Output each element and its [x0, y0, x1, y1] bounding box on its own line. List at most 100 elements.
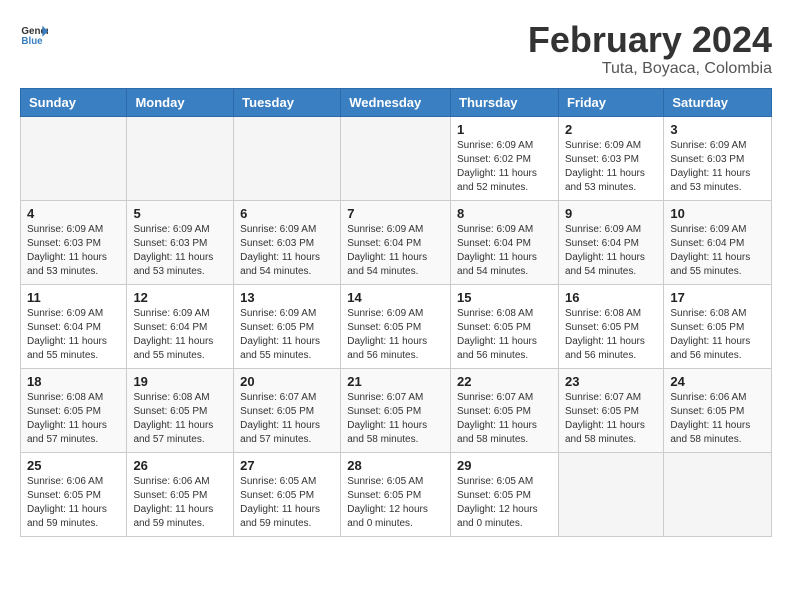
day-info: Sunrise: 6:09 AM Sunset: 6:04 PM Dayligh…: [457, 223, 552, 279]
day-number: 25: [27, 458, 120, 473]
calendar-week-row: 1 Sunrise: 6:09 AM Sunset: 6:02 PM Daylig…: [21, 116, 772, 200]
calendar-day-cell: 29 Sunrise: 6:05 AM Sunset: 6:05 PM Dayli…: [451, 452, 559, 536]
day-info: Sunrise: 6:06 AM Sunset: 6:05 PM Dayligh…: [27, 475, 120, 531]
weekday-header: Tuesday: [234, 88, 341, 116]
calendar-day-cell: 4 Sunrise: 6:09 AM Sunset: 6:03 PM Daylig…: [21, 200, 127, 284]
logo: General Blue: [20, 20, 48, 48]
calendar-day-cell: 18 Sunrise: 6:08 AM Sunset: 6:05 PM Dayli…: [21, 368, 127, 452]
day-number: 8: [457, 206, 552, 221]
calendar-week-row: 11 Sunrise: 6:09 AM Sunset: 6:04 PM Dayli…: [21, 284, 772, 368]
calendar-day-cell: 5Sunrise: 6:09 AM Sunset: 6:03 PM Daylig…: [127, 200, 234, 284]
day-number: 28: [347, 458, 444, 473]
calendar-day-cell: [341, 116, 451, 200]
location-title: Tuta, Boyaca, Colombia: [528, 60, 772, 78]
calendar-day-cell: 21 Sunrise: 6:07 AM Sunset: 6:05 PM Dayli…: [341, 368, 451, 452]
month-title: February 2024: [528, 20, 772, 60]
day-number: 7: [347, 206, 444, 221]
calendar-day-cell: 6Sunrise: 6:09 AM Sunset: 6:03 PM Daylig…: [234, 200, 341, 284]
day-info: Sunrise: 6:09 AM Sunset: 6:04 PM Dayligh…: [133, 307, 227, 363]
day-number: 5: [133, 206, 227, 221]
calendar-day-cell: [21, 116, 127, 200]
day-info: Sunrise: 6:09 AM Sunset: 6:03 PM Dayligh…: [27, 223, 120, 279]
day-number: 9: [565, 206, 657, 221]
day-info: Sunrise: 6:08 AM Sunset: 6:05 PM Dayligh…: [27, 391, 120, 447]
day-number: 10: [670, 206, 765, 221]
calendar-day-cell: 14Sunrise: 6:09 AM Sunset: 6:05 PM Dayli…: [341, 284, 451, 368]
day-info: Sunrise: 6:06 AM Sunset: 6:05 PM Dayligh…: [670, 391, 765, 447]
calendar-day-cell: 23 Sunrise: 6:07 AM Sunset: 6:05 PM Dayli…: [558, 368, 663, 452]
calendar-week-row: 18 Sunrise: 6:08 AM Sunset: 6:05 PM Dayli…: [21, 368, 772, 452]
calendar-week-row: 4 Sunrise: 6:09 AM Sunset: 6:03 PM Daylig…: [21, 200, 772, 284]
calendar-day-cell: 20 Sunrise: 6:07 AM Sunset: 6:05 PM Dayli…: [234, 368, 341, 452]
day-number: 19: [133, 374, 227, 389]
day-info: Sunrise: 6:06 AM Sunset: 6:05 PM Dayligh…: [133, 475, 227, 531]
day-number: 4: [27, 206, 120, 221]
day-number: 12: [133, 290, 227, 305]
day-info: Sunrise: 6:09 AM Sunset: 6:04 PM Dayligh…: [27, 307, 120, 363]
calendar-day-cell: 19 Sunrise: 6:08 AM Sunset: 6:05 PM Dayli…: [127, 368, 234, 452]
day-number: 26: [133, 458, 227, 473]
day-info: Sunrise: 6:09 AM Sunset: 6:02 PM Dayligh…: [457, 139, 552, 195]
day-number: 29: [457, 458, 552, 473]
logo-icon: General Blue: [20, 20, 48, 48]
title-area: February 2024 Tuta, Boyaca, Colombia: [528, 20, 772, 78]
day-info: Sunrise: 6:07 AM Sunset: 6:05 PM Dayligh…: [240, 391, 334, 447]
day-number: 21: [347, 374, 444, 389]
page-header: General Blue February 2024 Tuta, Boyaca,…: [20, 20, 772, 78]
calendar-header-row: SundayMondayTuesdayWednesdayThursdayFrid…: [21, 88, 772, 116]
day-info: Sunrise: 6:08 AM Sunset: 6:05 PM Dayligh…: [457, 307, 552, 363]
calendar-day-cell: [664, 452, 772, 536]
day-info: Sunrise: 6:08 AM Sunset: 6:05 PM Dayligh…: [133, 391, 227, 447]
calendar-day-cell: 25 Sunrise: 6:06 AM Sunset: 6:05 PM Dayli…: [21, 452, 127, 536]
calendar-day-cell: 15 Sunrise: 6:08 AM Sunset: 6:05 PM Dayli…: [451, 284, 559, 368]
day-info: Sunrise: 6:09 AM Sunset: 6:04 PM Dayligh…: [565, 223, 657, 279]
calendar-day-cell: 16 Sunrise: 6:08 AM Sunset: 6:05 PM Dayli…: [558, 284, 663, 368]
calendar-day-cell: [127, 116, 234, 200]
calendar-day-cell: [558, 452, 663, 536]
day-info: Sunrise: 6:05 AM Sunset: 6:05 PM Dayligh…: [457, 475, 552, 531]
day-number: 23: [565, 374, 657, 389]
day-info: Sunrise: 6:08 AM Sunset: 6:05 PM Dayligh…: [670, 307, 765, 363]
day-number: 18: [27, 374, 120, 389]
weekday-header: Sunday: [21, 88, 127, 116]
day-number: 20: [240, 374, 334, 389]
day-number: 24: [670, 374, 765, 389]
calendar-day-cell: 11 Sunrise: 6:09 AM Sunset: 6:04 PM Dayli…: [21, 284, 127, 368]
day-info: Sunrise: 6:09 AM Sunset: 6:03 PM Dayligh…: [670, 139, 765, 195]
calendar-day-cell: 17 Sunrise: 6:08 AM Sunset: 6:05 PM Dayli…: [664, 284, 772, 368]
calendar-day-cell: 10 Sunrise: 6:09 AM Sunset: 6:04 PM Dayli…: [664, 200, 772, 284]
day-number: 2: [565, 122, 657, 137]
weekday-header: Friday: [558, 88, 663, 116]
calendar-day-cell: 28Sunrise: 6:05 AM Sunset: 6:05 PM Dayli…: [341, 452, 451, 536]
day-info: Sunrise: 6:09 AM Sunset: 6:05 PM Dayligh…: [240, 307, 334, 363]
weekday-header: Saturday: [664, 88, 772, 116]
calendar-day-cell: 26 Sunrise: 6:06 AM Sunset: 6:05 PM Dayli…: [127, 452, 234, 536]
calendar-day-cell: 1 Sunrise: 6:09 AM Sunset: 6:02 PM Daylig…: [451, 116, 559, 200]
day-number: 1: [457, 122, 552, 137]
day-info: Sunrise: 6:09 AM Sunset: 6:04 PM Dayligh…: [347, 223, 444, 279]
calendar-day-cell: 7 Sunrise: 6:09 AM Sunset: 6:04 PM Daylig…: [341, 200, 451, 284]
day-number: 17: [670, 290, 765, 305]
calendar-day-cell: 2 Sunrise: 6:09 AM Sunset: 6:03 PM Daylig…: [558, 116, 663, 200]
calendar-table: SundayMondayTuesdayWednesdayThursdayFrid…: [20, 88, 772, 537]
calendar-day-cell: [234, 116, 341, 200]
day-number: 16: [565, 290, 657, 305]
day-number: 27: [240, 458, 334, 473]
day-info: Sunrise: 6:08 AM Sunset: 6:05 PM Dayligh…: [565, 307, 657, 363]
day-info: Sunrise: 6:09 AM Sunset: 6:03 PM Dayligh…: [565, 139, 657, 195]
day-info: Sunrise: 6:09 AM Sunset: 6:04 PM Dayligh…: [670, 223, 765, 279]
calendar-day-cell: 9 Sunrise: 6:09 AM Sunset: 6:04 PM Daylig…: [558, 200, 663, 284]
calendar-day-cell: 27Sunrise: 6:05 AM Sunset: 6:05 PM Dayli…: [234, 452, 341, 536]
day-number: 15: [457, 290, 552, 305]
day-number: 11: [27, 290, 120, 305]
calendar-day-cell: 13Sunrise: 6:09 AM Sunset: 6:05 PM Dayli…: [234, 284, 341, 368]
svg-text:Blue: Blue: [21, 36, 43, 47]
calendar-day-cell: 12 Sunrise: 6:09 AM Sunset: 6:04 PM Dayli…: [127, 284, 234, 368]
weekday-header: Thursday: [451, 88, 559, 116]
calendar-day-cell: 22Sunrise: 6:07 AM Sunset: 6:05 PM Dayli…: [451, 368, 559, 452]
day-info: Sunrise: 6:07 AM Sunset: 6:05 PM Dayligh…: [565, 391, 657, 447]
day-number: 14: [347, 290, 444, 305]
calendar-day-cell: 24 Sunrise: 6:06 AM Sunset: 6:05 PM Dayli…: [664, 368, 772, 452]
day-info: Sunrise: 6:07 AM Sunset: 6:05 PM Dayligh…: [347, 391, 444, 447]
day-info: Sunrise: 6:09 AM Sunset: 6:03 PM Dayligh…: [240, 223, 334, 279]
